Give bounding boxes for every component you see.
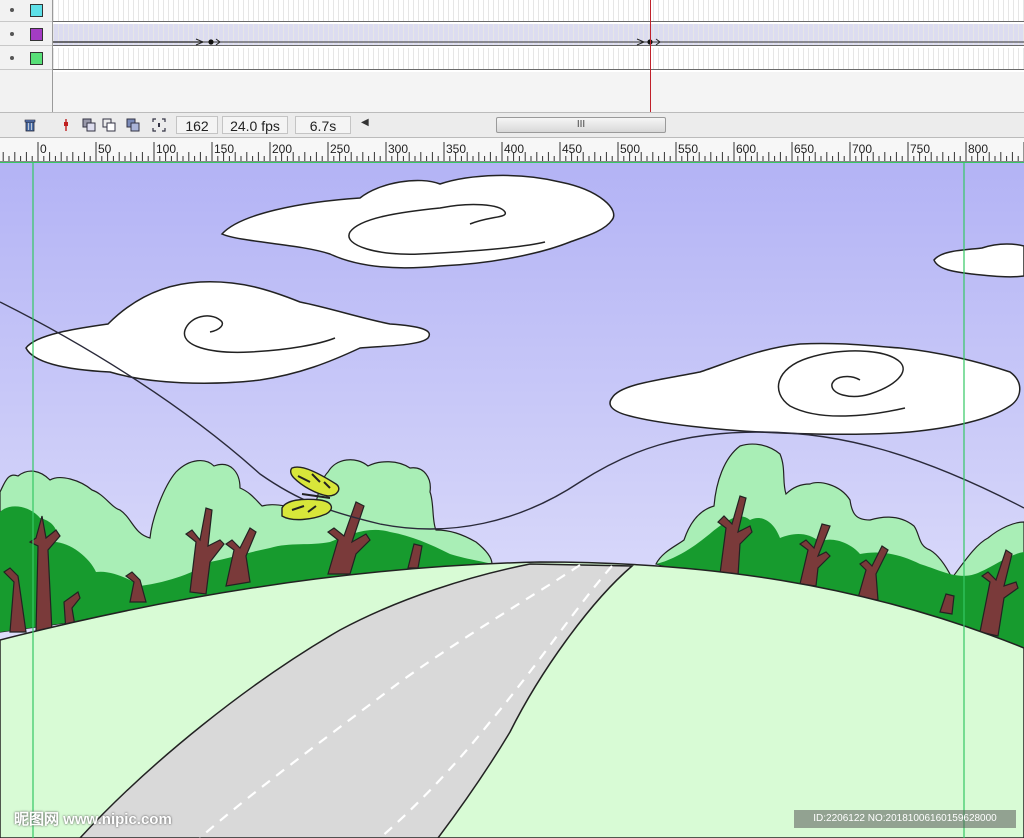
- onion-skin-icon[interactable]: [82, 118, 96, 132]
- ruler-label: 450: [562, 142, 582, 156]
- horizontal-ruler[interactable]: 0 50 100 150 200 250 300 350 400 450 500 550 600 650 7…: [0, 138, 1024, 162]
- onion-skin-outlines-icon[interactable]: [102, 118, 116, 132]
- scroll-grip-icon: III: [576, 119, 586, 130]
- center-frame-icon[interactable]: [59, 118, 73, 132]
- timeline-toolbar: 162 24.0 fps 6.7s ◀ III: [0, 112, 1024, 138]
- ruler-label: 400: [504, 142, 524, 156]
- playhead[interactable]: [650, 0, 651, 112]
- ruler-label: 100: [156, 142, 176, 156]
- scene-illustration: [0, 162, 1024, 838]
- scroll-left-arrow-icon[interactable]: ◀: [361, 117, 369, 128]
- ruler-label: 300: [388, 142, 408, 156]
- motion-tween-line: [53, 38, 1024, 46]
- layer-row[interactable]: [0, 0, 52, 22]
- visibility-dot-icon[interactable]: [10, 56, 14, 60]
- ruler-label: 200: [272, 142, 292, 156]
- ruler-label: 650: [794, 142, 814, 156]
- frame-empty-area: [53, 72, 1024, 112]
- watermark-id-text: ID:2206122 NO:20181006160159628000: [794, 810, 1016, 828]
- ruler-label: 500: [620, 142, 640, 156]
- layer-color-swatch[interactable]: [30, 52, 43, 65]
- frame-row[interactable]: [53, 48, 1024, 70]
- layer-list: [0, 0, 53, 112]
- stage-canvas[interactable]: [0, 162, 1024, 838]
- timeline-panel: [0, 0, 1024, 112]
- visibility-dot-icon[interactable]: [10, 32, 14, 36]
- edit-multiple-frames-icon[interactable]: [126, 118, 140, 132]
- watermark-logo-text: 昵图网 www.nipic.com: [14, 811, 172, 828]
- ruler-label: 750: [910, 142, 930, 156]
- ruler-label: 250: [330, 142, 350, 156]
- ruler-label: 50: [98, 142, 112, 156]
- frame-row[interactable]: [53, 24, 1024, 46]
- ruler-label: 550: [678, 142, 698, 156]
- ruler-label: 150: [214, 142, 234, 156]
- elapsed-time-field: 6.7s: [295, 116, 351, 134]
- ruler-label: 800: [968, 142, 988, 156]
- ruler-label: 0: [40, 142, 47, 156]
- layer-row[interactable]: [0, 24, 52, 46]
- frame-rate-field[interactable]: 24.0 fps: [222, 116, 288, 134]
- ruler-label: 700: [852, 142, 872, 156]
- ruler-label: 350: [446, 142, 466, 156]
- trash-icon[interactable]: [23, 118, 37, 132]
- visibility-dot-icon[interactable]: [10, 8, 14, 12]
- ruler-label: 600: [736, 142, 756, 156]
- layer-color-swatch[interactable]: [30, 4, 43, 17]
- current-frame-field[interactable]: 162: [176, 116, 218, 134]
- layer-color-swatch[interactable]: [30, 28, 43, 41]
- frame-row[interactable]: [53, 0, 1024, 22]
- modify-markers-icon[interactable]: [152, 118, 166, 132]
- frame-grid[interactable]: [53, 0, 1024, 112]
- ruler-ticks: 0 50 100 150 200 250 300 350 400 450 500 550 600 650 7…: [2, 142, 1024, 161]
- layer-row[interactable]: [0, 48, 52, 70]
- timeline-horizontal-scrollbar[interactable]: III: [496, 117, 666, 133]
